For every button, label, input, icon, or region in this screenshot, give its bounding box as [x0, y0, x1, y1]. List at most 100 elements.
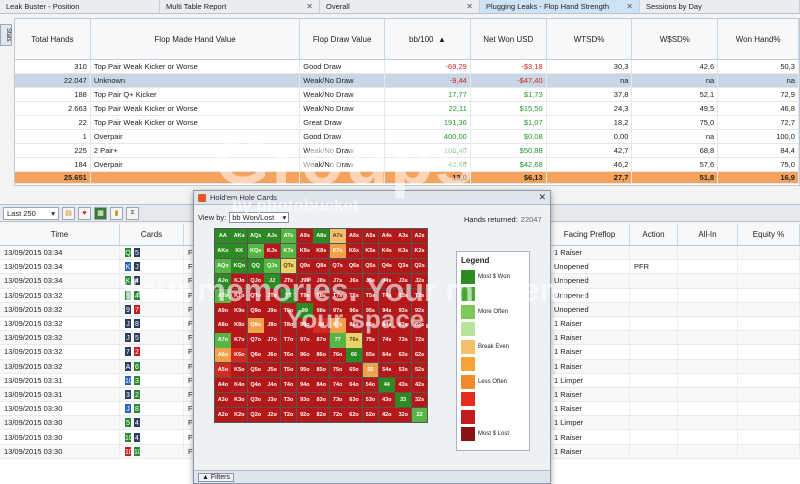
- hand-cell-AJo[interactable]: AJo: [215, 273, 231, 288]
- hand-cell-A2s[interactable]: A2s: [411, 229, 428, 244]
- hand-cell-Q4o[interactable]: Q4o: [247, 377, 264, 393]
- hand-cell-J4s[interactable]: J4s: [378, 273, 395, 288]
- hand-cell-62s[interactable]: 62s: [411, 348, 428, 363]
- hand-cell-84o[interactable]: 84o: [313, 377, 330, 393]
- col-equity[interactable]: Equity %: [738, 224, 800, 245]
- hand-cell-Q2o[interactable]: Q2o: [247, 407, 264, 422]
- hand-cell-83o[interactable]: 83o: [313, 392, 330, 408]
- hand-cell-T5o[interactable]: T5o: [280, 363, 297, 378]
- matrix-icon[interactable]: ▦: [94, 206, 107, 220]
- hand-cell-J5s[interactable]: J5s: [362, 273, 379, 288]
- hand-cell-22[interactable]: 22: [411, 407, 428, 422]
- hand-cell-QJo[interactable]: QJo: [247, 273, 264, 288]
- hand-cell-J8s[interactable]: J8s: [313, 273, 330, 288]
- hand-cell-K6s[interactable]: K6s: [346, 243, 362, 259]
- chart-icon[interactable]: ▤: [62, 206, 75, 220]
- hand-cell-63o[interactable]: 63o: [346, 392, 362, 408]
- hand-cell-88[interactable]: 88: [313, 318, 330, 333]
- hand-cell-44[interactable]: 44: [378, 377, 395, 393]
- hand-cell-97s[interactable]: 97s: [329, 303, 346, 318]
- hand-cell-94s[interactable]: 94s: [378, 303, 395, 318]
- hand-cell-JJ[interactable]: JJ: [264, 273, 280, 288]
- hand-cell-82o[interactable]: 82o: [313, 407, 330, 422]
- hand-cell-A9s[interactable]: A9s: [296, 229, 313, 244]
- hand-cell-98s[interactable]: 98s: [313, 303, 330, 318]
- hand-cell-T2o[interactable]: T2o: [280, 407, 297, 422]
- hand-cell-64s[interactable]: 64s: [378, 348, 395, 363]
- hand-cell-Q9o[interactable]: Q9o: [247, 303, 264, 318]
- hand-cell-75s[interactable]: 75s: [362, 333, 379, 348]
- hand-cell-QJs[interactable]: QJs: [264, 258, 280, 274]
- hand-cell-82s[interactable]: 82s: [411, 318, 428, 333]
- hand-cell-A2o[interactable]: A2o: [215, 407, 231, 422]
- hand-cell-AQs[interactable]: AQs: [247, 229, 264, 244]
- table-row[interactable]: 1 Overpair Good Draw 400,00 $0,08 0,00 na 100,0: [15, 130, 799, 144]
- hand-cell-97o[interactable]: 97o: [296, 333, 313, 348]
- hand-cell-J4o[interactable]: J4o: [264, 377, 280, 393]
- hand-cell-87s[interactable]: 87s: [329, 318, 346, 333]
- hand-cell-54o[interactable]: 54o: [362, 377, 379, 393]
- hand-filter-select[interactable]: Last 250 ▾: [3, 206, 59, 220]
- hand-cell-A9o[interactable]: A9o: [215, 303, 231, 318]
- hand-cell-TT[interactable]: TT: [280, 288, 297, 303]
- table-row[interactable]: 184 Overpair Weak/No Draw 42,68 $42,68 46,2 57…: [15, 158, 799, 172]
- hand-cell-Q3s[interactable]: Q3s: [395, 258, 412, 274]
- hand-cell-A5s[interactable]: A5s: [362, 229, 379, 244]
- hand-cell-98o[interactable]: 98o: [296, 318, 313, 333]
- hand-cell-J6s[interactable]: J6s: [346, 273, 362, 288]
- hand-cell-T9o[interactable]: T9o: [280, 303, 297, 318]
- hand-cell-96o[interactable]: 96o: [296, 348, 313, 363]
- hand-cell-42o[interactable]: 42o: [378, 407, 395, 422]
- hand-cell-AJs[interactable]: AJs: [264, 229, 280, 244]
- table-row[interactable]: 22 Top Pair Weak Kicker or Worse Great Dra…: [15, 116, 799, 130]
- hand-cell-87o[interactable]: 87o: [313, 333, 330, 348]
- hand-cell-77[interactable]: 77: [329, 333, 346, 348]
- hand-cell-85s[interactable]: 85s: [362, 318, 379, 333]
- hand-cell-T6o[interactable]: T6o: [280, 348, 297, 363]
- hand-cell-A3o[interactable]: A3o: [215, 392, 231, 408]
- table-row[interactable]: 2.663 Top Pair Weak Kicker or Worse Weak/N…: [15, 102, 799, 116]
- hand-cell-66[interactable]: 66: [346, 348, 362, 363]
- hand-cell-QTs[interactable]: QTs: [280, 258, 297, 274]
- hand-cell-T3o[interactable]: T3o: [280, 392, 297, 408]
- hand-cell-J7o[interactable]: J7o: [264, 333, 280, 348]
- hand-cell-86s[interactable]: 86s: [346, 318, 362, 333]
- hand-cell-65o[interactable]: 65o: [346, 363, 362, 378]
- hand-cell-93s[interactable]: 93s: [395, 303, 412, 318]
- hand-cell-Q5o[interactable]: Q5o: [247, 363, 264, 378]
- hand-cell-KTo[interactable]: KTo: [231, 288, 248, 303]
- hand-cell-K6o[interactable]: K6o: [231, 348, 248, 363]
- stats-side-tab[interactable]: Stats: [0, 24, 12, 46]
- col-wtsd[interactable]: WTSD%: [547, 19, 633, 59]
- hand-cell-T8s[interactable]: T8s: [313, 288, 330, 303]
- tab-1[interactable]: Multi Table Report ✕: [160, 0, 320, 13]
- tab-4[interactable]: Sessions by Day: [640, 0, 800, 13]
- hand-cell-J3s[interactable]: J3s: [395, 273, 412, 288]
- hand-cell-32o[interactable]: 32o: [395, 407, 412, 422]
- hand-cell-T5s[interactable]: T5s: [362, 288, 379, 303]
- hand-cell-Q6o[interactable]: Q6o: [247, 348, 264, 363]
- hand-cell-Q8o[interactable]: Q8o: [247, 318, 264, 333]
- hand-cell-52o[interactable]: 52o: [362, 407, 379, 422]
- hand-cell-92s[interactable]: 92s: [411, 303, 428, 318]
- hand-cell-A4o[interactable]: A4o: [215, 377, 231, 393]
- table-row[interactable]: 188 Top Pair Q+ Kicker Weak/No Draw 17,77 $1…: [15, 88, 799, 102]
- hand-cell-93o[interactable]: 93o: [296, 392, 313, 408]
- hand-cell-T2s[interactable]: T2s: [411, 288, 428, 303]
- hand-cell-A6s[interactable]: A6s: [346, 229, 362, 244]
- hand-cell-65s[interactable]: 65s: [362, 348, 379, 363]
- hand-cell-K9o[interactable]: K9o: [231, 303, 248, 318]
- hand-cell-Q2s[interactable]: Q2s: [411, 258, 428, 274]
- hand-cell-A8o[interactable]: A8o: [215, 318, 231, 333]
- hand-cell-73s[interactable]: 73s: [395, 333, 412, 348]
- hand-cell-QQ[interactable]: QQ: [247, 258, 264, 274]
- hand-cell-72o[interactable]: 72o: [329, 407, 346, 422]
- col-facing-preflop[interactable]: Facing Preflop: [550, 224, 630, 245]
- col-won-hand[interactable]: Won Hand%: [718, 19, 799, 59]
- table-row[interactable]: 310 Top Pair Weak Kicker or Worse Good Dra…: [15, 60, 799, 74]
- hand-cell-KJo[interactable]: KJo: [231, 273, 248, 288]
- col-time[interactable]: Time: [0, 224, 120, 245]
- hand-cell-T7s[interactable]: T7s: [329, 288, 346, 303]
- close-icon[interactable]: ✕: [306, 2, 313, 11]
- hand-cell-73o[interactable]: 73o: [329, 392, 346, 408]
